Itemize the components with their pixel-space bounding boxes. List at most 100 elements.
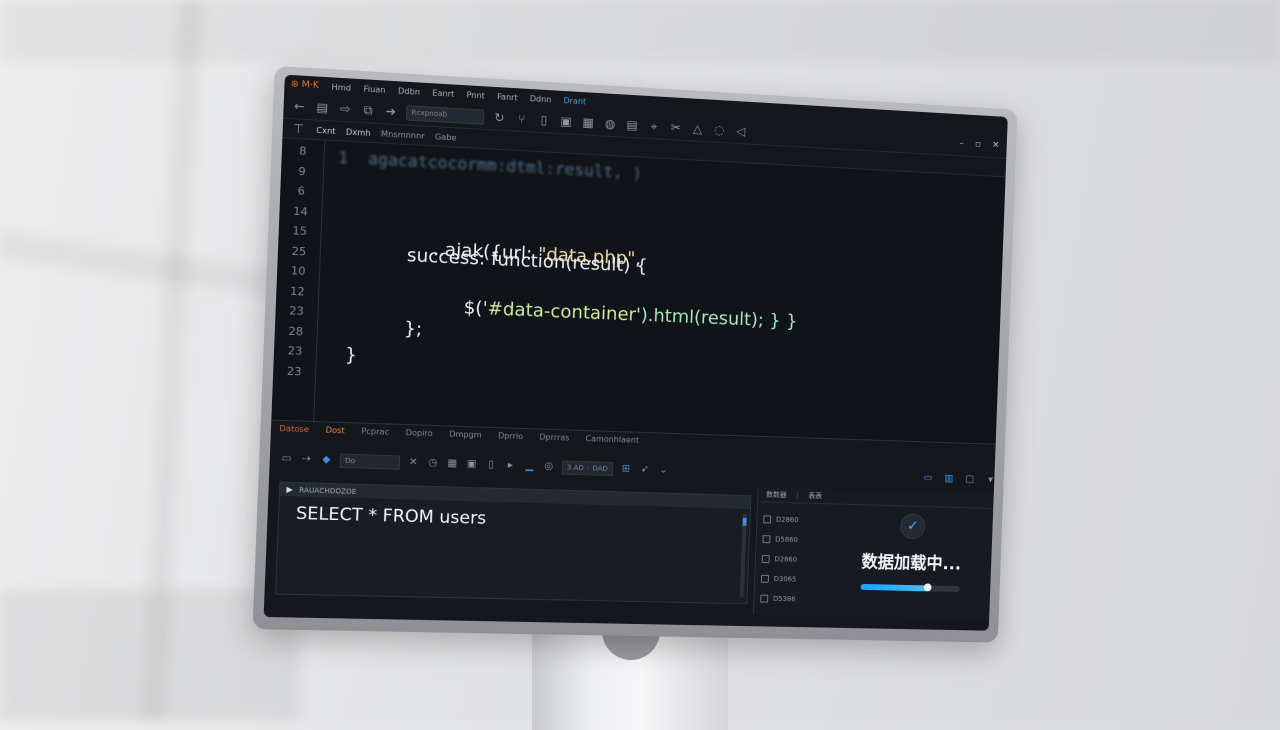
db-tab-4[interactable]: Dopiro (405, 428, 432, 447)
database-icon[interactable]: ◆ (320, 454, 333, 467)
globe-icon[interactable]: ◍ (603, 116, 618, 132)
query-text[interactable]: SELECT * FROM users (296, 504, 487, 529)
code-editor[interactable]: 8 9 6 14 15 25 10 12 23 28 23 23 1 agaca… (271, 138, 1006, 444)
wall-shadow-slat (0, 231, 270, 297)
refresh-icon[interactable]: ↻ (492, 110, 507, 125)
send-icon[interactable]: ➶ (639, 464, 651, 476)
minimize-button[interactable]: – (959, 139, 964, 149)
checkbox[interactable] (762, 535, 771, 544)
play-icon[interactable]: ▶ (286, 485, 293, 494)
close-button[interactable]: ✕ (992, 140, 999, 150)
line-number: 12 (289, 284, 305, 298)
menu-item-6[interactable]: Fanrt (497, 92, 518, 102)
menu-item-4[interactable]: Eanrt (432, 88, 454, 98)
query-scrollbar[interactable] (739, 513, 747, 598)
query-panel[interactable]: ▶ RAUACHDOZOE SELECT * FROM users (274, 481, 752, 605)
tab-4[interactable]: Gabe (435, 132, 457, 142)
db-filter-field[interactable]: Do (339, 453, 401, 470)
pin-icon[interactable]: ⌖ (647, 119, 661, 134)
line-number: 8 (298, 144, 307, 158)
menu-item-1[interactable]: Hmd (331, 82, 351, 92)
list-item[interactable]: D5860 (762, 529, 821, 550)
query-title: RAUACHDOZOE (299, 485, 357, 496)
list-item[interactable]: D3065 (760, 569, 820, 590)
run-icon[interactable]: ▸ (504, 460, 517, 472)
tab-2[interactable]: Dxmh (346, 127, 371, 138)
panel-icon[interactable]: ▣ (559, 114, 574, 129)
db-tab-2[interactable]: Dost (325, 425, 344, 444)
menu-item-3[interactable]: Ddbn (398, 86, 420, 96)
refresh-icon[interactable]: ◷ (426, 457, 439, 470)
history-icon[interactable]: ◎ (542, 461, 555, 473)
line-number: 25 (291, 244, 307, 259)
export-icon[interactable]: ▣ (465, 458, 478, 471)
db-tab-3[interactable]: Pcprac (361, 427, 389, 446)
branch-icon[interactable]: ⑂ (514, 111, 529, 127)
forward-icon[interactable]: ⇢ (300, 453, 313, 466)
copy-icon[interactable]: ⧉ (361, 103, 376, 118)
app-logo: ⊛ M·K (290, 79, 320, 91)
monitor-icon[interactable]: ▭ (922, 473, 934, 485)
code-area[interactable]: 1 agacatcocormm:dtml:result, ) ..ajak({u… (328, 141, 1006, 443)
db-tab-5[interactable]: Dmpgm (449, 430, 482, 449)
layout-icon[interactable]: ▦ (581, 115, 596, 130)
db-tab-6[interactable]: Dprrio (497, 431, 523, 450)
checkbox[interactable] (763, 515, 772, 524)
code-line-5: } (344, 344, 358, 367)
results-tabs: 数数器 | 表表 (758, 487, 1001, 510)
line-number: 28 (288, 324, 304, 338)
list-item-label: D3065 (773, 575, 797, 584)
progress-bar (860, 583, 961, 593)
results-tab-2[interactable]: 表表 (808, 491, 822, 501)
line-number: 6 (297, 184, 306, 198)
grid-icon[interactable]: ▤ (625, 118, 639, 133)
active-icon[interactable]: ▁ (523, 460, 536, 472)
tab-1[interactable]: Cxnt (316, 125, 336, 135)
file-icon[interactable]: ▯ (537, 113, 552, 128)
tools-icon[interactable]: ✂ (669, 120, 683, 135)
pin-tab-icon[interactable]: ⊤ (291, 121, 306, 136)
line-number-gutter: 8 9 6 14 15 25 10 12 23 28 23 23 (271, 138, 326, 424)
panel-icon[interactable]: ▢ (964, 474, 976, 486)
window-controls: – ▫ ✕ (959, 139, 999, 151)
lock-icon[interactable]: ▯ (485, 459, 498, 472)
bell-icon[interactable]: △ (690, 121, 704, 136)
menu-item-2[interactable]: Fiuan (363, 84, 385, 94)
checkbox[interactable] (761, 554, 770, 564)
checkbox[interactable] (760, 594, 769, 603)
list-item-label: D5860 (775, 535, 798, 544)
table-icon[interactable]: ▦ (446, 458, 459, 471)
address-field[interactable]: Rcxpnoab (406, 104, 485, 125)
checkbox[interactable] (760, 574, 770, 583)
run-arrow-icon[interactable]: ➔ (383, 104, 398, 119)
trash-icon[interactable]: ▥ (943, 473, 955, 485)
tool-icon[interactable]: ✕ (407, 457, 420, 470)
restore-button[interactable]: ▫ (975, 139, 981, 149)
menu-item-7[interactable]: Ddnn (530, 94, 552, 104)
line-number: 9 (298, 164, 307, 178)
forward-icon[interactable]: ⇨ (338, 101, 353, 116)
options-icon[interactable]: ⌄ (657, 464, 669, 476)
dropdown-icon[interactable]: ▾ (985, 475, 997, 487)
settings-icon[interactable]: ◌ (712, 123, 726, 138)
db-tab-8[interactable]: Camonhlaent (585, 434, 639, 454)
list-item[interactable]: D2860 (763, 509, 822, 530)
db-toolbar-right: ▭ ▥ ▢ ▾ (922, 473, 996, 487)
menu-item-5[interactable]: Pnnt (466, 90, 485, 100)
db-tab-7[interactable]: Dprrras (539, 433, 569, 452)
list-item[interactable]: D5386 (760, 589, 819, 610)
link-icon[interactable]: ⊞ (620, 463, 632, 475)
back-arrow-icon[interactable]: ← (292, 99, 307, 114)
save-icon[interactable]: ▤ (315, 100, 330, 115)
folder-icon[interactable]: ▭ (280, 453, 293, 466)
loading-indicator: ✓ 数据加载中... (847, 512, 975, 613)
menu-item-8[interactable]: Drant (563, 96, 586, 106)
results-tab-1[interactable]: 数数器 (766, 490, 787, 500)
scrollbar-thumb[interactable] (742, 517, 747, 526)
list-item[interactable]: D2860 (761, 549, 820, 570)
user-icon[interactable]: ◁ (734, 124, 748, 139)
db-selector[interactable]: 3 AD ◦ DAD (561, 460, 614, 477)
db-tab-1[interactable]: Datose (279, 424, 309, 443)
tab-3[interactable]: Mnsmnnnr (381, 129, 425, 141)
progress-knob (923, 583, 932, 592)
